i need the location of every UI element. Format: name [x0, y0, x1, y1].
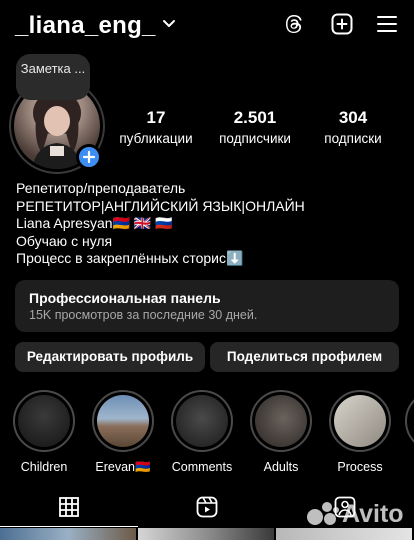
highlight-process[interactable]: Process: [328, 390, 392, 474]
bio-line-2: Liana Apresyan🇦🇲 🇬🇧 🇷🇺: [16, 215, 173, 231]
highlight-label: Process: [337, 460, 383, 474]
highlight-label: Comments: [171, 460, 233, 474]
highlight-ring: [250, 390, 312, 452]
post-thumbnail[interactable]: [138, 528, 274, 540]
avito-wordmark: Avito: [342, 500, 404, 528]
highlight-children[interactable]: Children: [12, 390, 76, 474]
add-story-button[interactable]: [76, 144, 102, 170]
note-bubble[interactable]: Заметка ...: [16, 54, 90, 100]
tab-grid[interactable]: [0, 492, 138, 528]
reels-icon: [196, 496, 218, 518]
stat-followers[interactable]: 2.501 подписчики: [208, 108, 302, 146]
highlight-cover: [255, 395, 307, 447]
highlight-adults[interactable]: Adults: [249, 390, 313, 474]
bio-line-4: Процесс в закреплённых сторис⬇️: [16, 250, 244, 266]
top-bar: _liana_eng_: [0, 0, 414, 52]
active-tab-indicator: [0, 526, 138, 527]
highlight-erevan[interactable]: Erevan🇦🇲: [91, 390, 155, 475]
followers-label: подписчики: [219, 131, 291, 146]
highlight-cover: [176, 395, 228, 447]
plus-square-icon[interactable]: [330, 12, 354, 36]
tab-reels[interactable]: [138, 492, 276, 528]
stat-posts[interactable]: 17 публикации: [110, 108, 202, 146]
posts-label: публикации: [119, 131, 193, 146]
bio-line-1: РЕПЕТИТОР|АНГЛИЙСКИЙ ЯЗЫК|ОНЛАЙН: [16, 197, 305, 214]
grid-icon: [59, 497, 79, 517]
highlight-ring: [13, 390, 75, 452]
post-thumbnail[interactable]: [276, 528, 412, 540]
avito-logo-icon: [307, 502, 339, 525]
bio-line-3: Обучаю с нуля: [16, 232, 113, 249]
avito-watermark: Avito: [306, 499, 406, 529]
highlight-label: Erevan🇦🇲: [95, 460, 151, 474]
professional-dashboard[interactable]: Профессиональная панель 15K просмотров з…: [15, 280, 399, 332]
panel-title: Профессиональная панель: [29, 290, 221, 306]
highlight-cover: [97, 395, 149, 447]
menu-icon[interactable]: [375, 12, 399, 36]
username-title[interactable]: _liana_eng_: [15, 12, 156, 40]
posts-count: 17: [146, 108, 166, 127]
chevron-down-icon[interactable]: [162, 18, 176, 30]
highlight-comments[interactable]: Comments: [170, 390, 234, 474]
share-profile-button[interactable]: Поделиться профилем: [210, 342, 399, 372]
following-label: подписки: [324, 131, 382, 146]
highlight-cover: [334, 395, 386, 447]
plus-icon: [82, 150, 96, 164]
highlight-ring: [171, 390, 233, 452]
edit-profile-button[interactable]: Редактировать профиль: [15, 342, 205, 372]
following-count: 304: [338, 108, 368, 127]
bio-category: Репетитор/преподаватель: [16, 180, 186, 196]
highlight-ring: [92, 390, 154, 452]
posts-grid: [0, 528, 414, 540]
panel-subtitle: 15K просмотров за последние 30 дней.: [29, 308, 258, 322]
stat-following[interactable]: 304 подписки: [310, 108, 396, 146]
highlight-partial[interactable]: [405, 390, 414, 452]
note-text: Заметка ...: [20, 61, 86, 76]
highlight-label: Children: [20, 460, 68, 474]
post-thumbnail[interactable]: [0, 528, 136, 540]
highlight-cover: [18, 395, 70, 447]
followers-count: 2.501: [233, 108, 277, 127]
highlight-ring: [329, 390, 391, 452]
highlight-label: Adults: [263, 460, 299, 474]
threads-icon[interactable]: [282, 12, 306, 36]
bio: Репетитор/преподаватель РЕПЕТИТОР|АНГЛИЙ…: [16, 180, 305, 268]
highlight-ring: [405, 390, 414, 452]
